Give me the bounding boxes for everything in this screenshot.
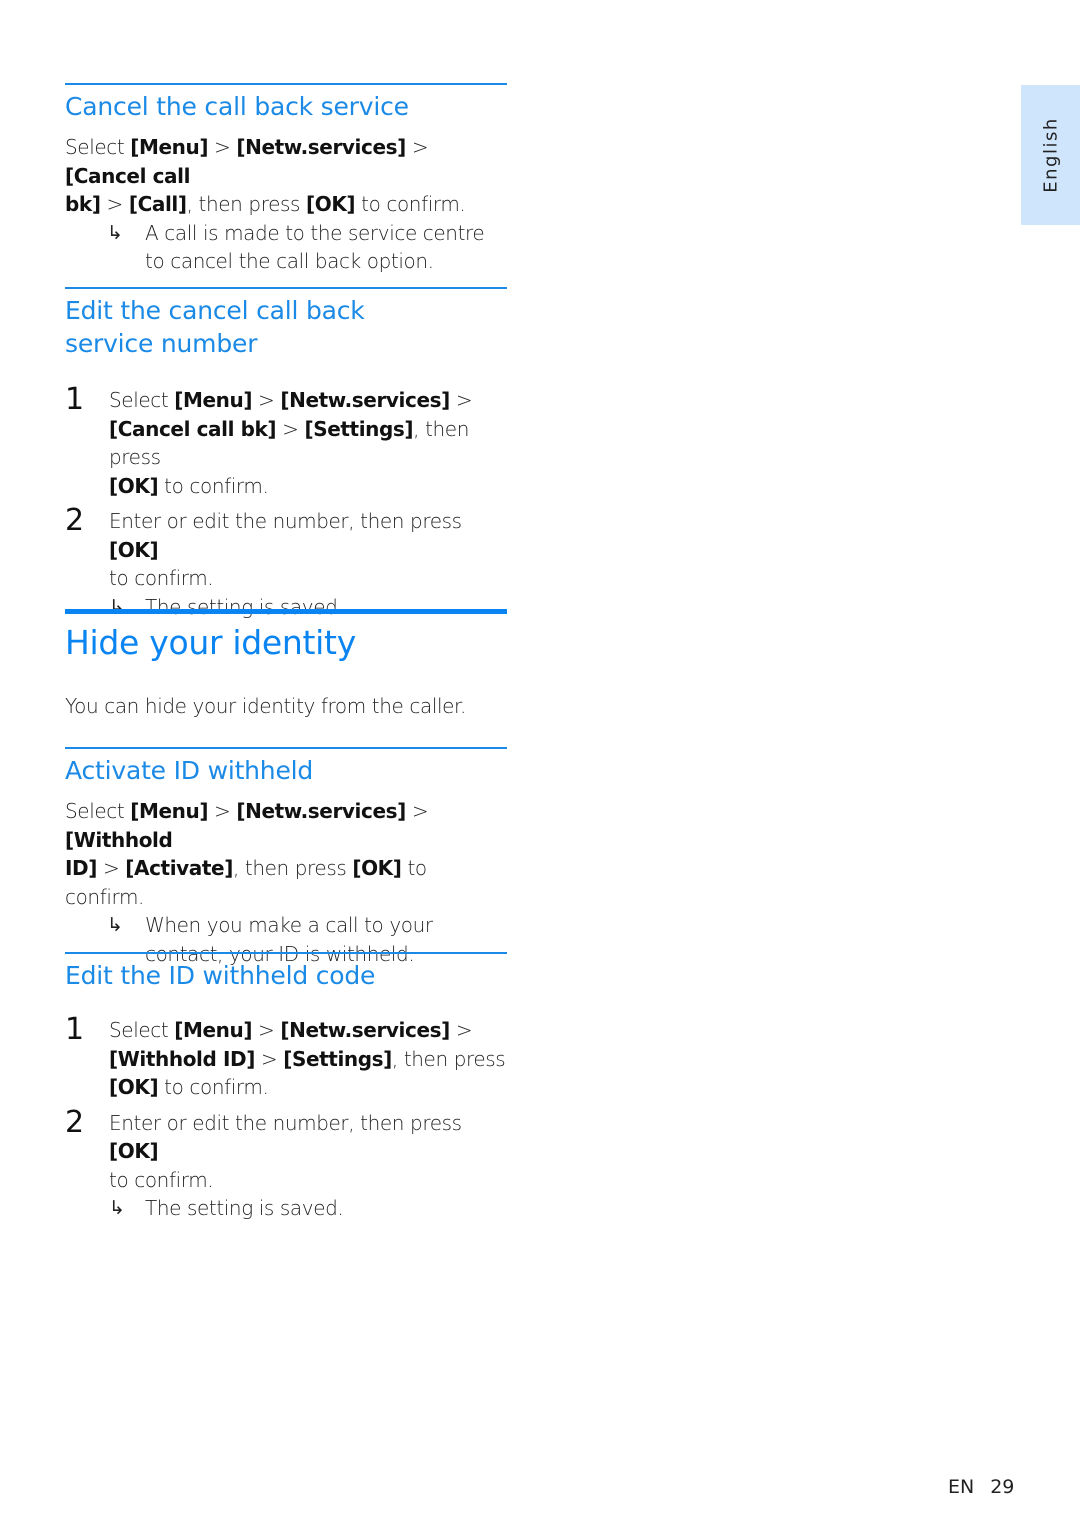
step-1: 1 Select [Menu] > [Netw.services] > [Can… bbox=[65, 382, 507, 500]
separator: > bbox=[405, 135, 429, 159]
step-number: 1 bbox=[65, 1012, 85, 1047]
enter-number-text: Enter or edit the number, then press bbox=[109, 509, 462, 533]
step-2: 2 Enter or edit the number, then press [… bbox=[65, 503, 507, 621]
step-number: 2 bbox=[65, 503, 85, 538]
footer-language: EN bbox=[948, 1476, 975, 1498]
menu-ref: [Menu] bbox=[174, 388, 253, 412]
enter-number-text: Enter or edit the number, then press bbox=[109, 1110, 462, 1135]
select-text: Select bbox=[109, 388, 175, 412]
step-text: Select [Menu] > [Netw.services] > [Cance… bbox=[109, 386, 507, 500]
heading-activate-id: Activate ID withheld bbox=[65, 756, 314, 785]
chapter-title: Hide your identity bbox=[65, 623, 356, 662]
instruction-text: Select [Menu] > [Netw.services] > [Withh… bbox=[65, 797, 507, 911]
withhold-id-ref-cont: ID] bbox=[65, 856, 97, 880]
chapter-rule bbox=[65, 609, 507, 614]
separator: > bbox=[252, 388, 281, 412]
netw-services-ref: [Netw.services] bbox=[280, 388, 450, 412]
separator: > bbox=[254, 1046, 284, 1071]
section-activate-id: Activate ID withheld Select [Menu] > [Ne… bbox=[65, 747, 507, 968]
then-press-text: , then press bbox=[232, 856, 353, 880]
ok-ref: [OK] bbox=[109, 537, 159, 562]
section-rule bbox=[65, 952, 507, 954]
result-arrow-icon: ↳ bbox=[107, 221, 123, 244]
step-2: 2 Enter or edit the number, then press [… bbox=[65, 1104, 507, 1223]
separator: > bbox=[208, 799, 237, 823]
separator: > bbox=[405, 799, 429, 823]
netw-services-ref: [Netw.services] bbox=[236, 799, 406, 823]
ok-ref: [OK] bbox=[109, 1075, 159, 1099]
then-press-text: , then press bbox=[391, 1046, 506, 1071]
result-note: ↳ A call is made to the service centre to… bbox=[65, 219, 507, 276]
call-ref: [Call] bbox=[128, 192, 187, 216]
heading-edit-cancel-number: Edit the cancel call back service number bbox=[65, 296, 365, 358]
select-text: Select bbox=[109, 1018, 175, 1042]
section-edit-cancel-number: Edit the cancel call back service number… bbox=[65, 287, 507, 621]
settings-ref: [Settings] bbox=[283, 1046, 392, 1071]
to-confirm-text: to confirm. bbox=[158, 473, 269, 498]
language-tab: English bbox=[1021, 85, 1080, 225]
heading-edit-id-code: Edit the ID withheld code bbox=[65, 961, 376, 990]
result-note: ↳ The setting is saved. bbox=[109, 1194, 507, 1223]
select-text: Select bbox=[65, 799, 131, 823]
to-confirm-text: to confirm. bbox=[355, 192, 466, 216]
result-arrow-icon: ↳ bbox=[109, 1197, 125, 1219]
settings-ref: [Settings] bbox=[304, 416, 414, 441]
separator: > bbox=[449, 388, 473, 412]
menu-ref: [Menu] bbox=[130, 135, 209, 159]
to-confirm-text: to confirm. bbox=[158, 1075, 269, 1099]
section-rule bbox=[65, 747, 507, 749]
step-1: 1 Select [Menu] > [Netw.services] > [Wit… bbox=[65, 1012, 507, 1102]
to-confirm-text: to confirm. bbox=[109, 566, 214, 590]
menu-ref: [Menu] bbox=[174, 1018, 253, 1042]
cancel-call-bk-ref-cont: bk] bbox=[65, 192, 101, 216]
ok-ref: [OK] bbox=[109, 473, 159, 498]
to-confirm-text: to confirm. bbox=[109, 1167, 214, 1192]
withhold-id-ref: [Withhold ID] bbox=[109, 1046, 255, 1071]
step-text: Enter or edit the number, then press [OK… bbox=[109, 507, 507, 593]
separator: > bbox=[449, 1018, 473, 1042]
separator: > bbox=[252, 1018, 281, 1042]
section-edit-id-code: Edit the ID withheld code 1 Select [Menu… bbox=[65, 952, 507, 1223]
heading-cancel-call-back: Cancel the call back service bbox=[65, 92, 409, 121]
ok-ref: [OK] bbox=[352, 856, 402, 880]
separator: > bbox=[276, 416, 305, 441]
netw-services-ref: [Netw.services] bbox=[280, 1018, 450, 1042]
step-text: Enter or edit the number, then press [OK… bbox=[109, 1109, 507, 1195]
cancel-call-bk-ref: [Cancel call bbox=[65, 163, 191, 188]
separator: > bbox=[100, 192, 129, 216]
step-text: Select [Menu] > [Netw.services] > [Withh… bbox=[109, 1016, 507, 1102]
page-number: 29 bbox=[990, 1476, 1015, 1498]
separator: > bbox=[96, 856, 126, 880]
section-rule bbox=[65, 287, 507, 289]
step-number: 2 bbox=[65, 1104, 85, 1140]
netw-services-ref: [Netw.services] bbox=[236, 135, 406, 159]
ok-ref: [OK] bbox=[109, 1139, 159, 1163]
result-arrow-icon: ↳ bbox=[107, 914, 123, 936]
step-number: 1 bbox=[65, 382, 85, 417]
select-text: Select bbox=[65, 135, 131, 159]
page-footer: EN 29 bbox=[948, 1476, 1014, 1498]
result-text: A call is made to the service centre to … bbox=[145, 220, 485, 274]
separator: > bbox=[208, 135, 237, 159]
withhold-id-ref: [Withhold bbox=[65, 827, 173, 852]
menu-ref: [Menu] bbox=[130, 799, 209, 823]
ok-ref: [OK] bbox=[305, 192, 356, 216]
chapter-intro: You can hide your identity from the call… bbox=[65, 694, 466, 718]
activate-ref: [Activate] bbox=[125, 856, 233, 880]
section-cancel-call-back: Cancel the call back service Select [Men… bbox=[65, 83, 507, 276]
language-label: English bbox=[1040, 117, 1061, 193]
cancel-call-bk-ref: [Cancel call bk] bbox=[109, 416, 277, 441]
instruction-text: Select [Menu] > [Netw.services] > [Cance… bbox=[65, 133, 507, 219]
section-rule bbox=[65, 83, 507, 85]
section-hide-identity: Hide your identity You can hide your ide… bbox=[65, 609, 507, 721]
then-press-text: , then press bbox=[186, 192, 306, 216]
result-text: The setting is saved. bbox=[145, 1196, 344, 1220]
